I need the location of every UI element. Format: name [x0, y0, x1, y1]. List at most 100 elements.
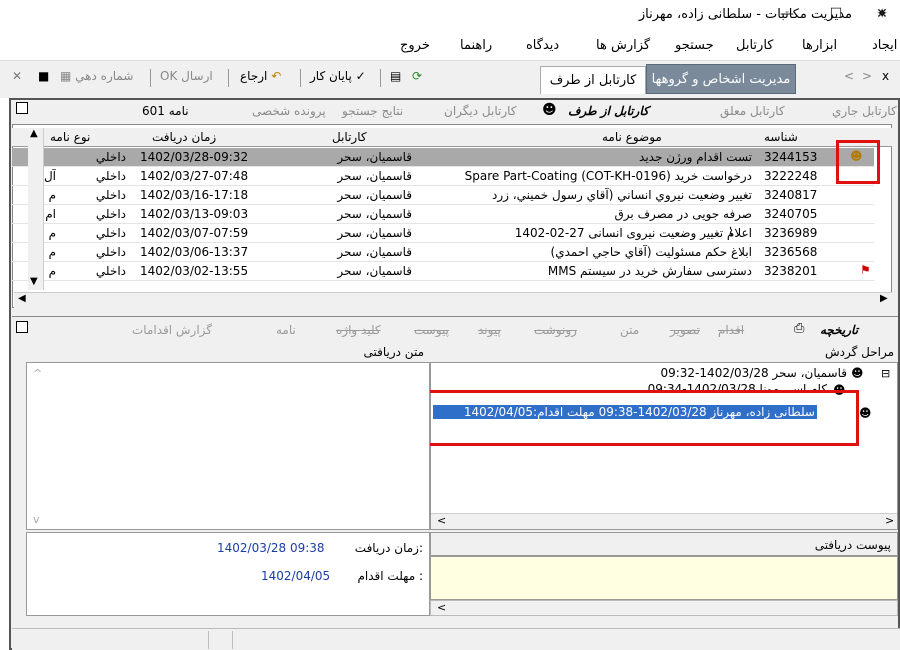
cell-type: داخلي	[95, 245, 126, 259]
cell-receive-time: 1402/03/07-07:59	[140, 226, 249, 240]
menu-search[interactable]: جستجو	[675, 38, 714, 53]
tree-expand-icon[interactable]: ⊟	[881, 367, 890, 380]
minimize-button[interactable]: —	[775, 6, 799, 24]
tab-text[interactable]: متن	[620, 323, 639, 337]
print-history-icon[interactable]: ⎙	[794, 321, 804, 336]
routes-horizontal-scrollbar[interactable]	[431, 513, 897, 529]
routes-title: مراحل گردش	[824, 345, 894, 359]
finish-label: پایان کار	[310, 69, 352, 83]
tab-cartable-from[interactable]: کارتابل از طرف	[540, 66, 646, 94]
refresh-icon[interactable]: ⟳	[408, 67, 426, 89]
menu-bar: ایجاد ابزارها کارتابل جستجو گزارش ها دید…	[0, 30, 900, 60]
table-row[interactable]: 3236568 ابلاغ حکم مسئولیت (آقاي حاجي احمد…	[12, 243, 874, 262]
attachments-scrollbar[interactable]: <	[430, 600, 898, 616]
table-row[interactable]: 3222248 درخواست خرید (Spare Part-Coating …	[12, 167, 874, 186]
cell-extra: م	[48, 264, 56, 278]
menu-exit[interactable]: خروج	[400, 38, 430, 53]
lower-tabs: تاریخچه ⎙ اقدام تصویر متن رونوشت پیوند پ…	[12, 316, 898, 342]
cell-receive-time: 1402/03/02-13:55	[140, 264, 249, 278]
cell-cartable: قاسمیان، سحر	[337, 150, 412, 164]
maximize-button[interactable]: ☐	[824, 6, 848, 24]
menu-tools[interactable]: ابزارها	[802, 38, 837, 53]
close-button[interactable]: ✕	[870, 6, 894, 24]
menu-cartable[interactable]: کارتابل	[736, 38, 773, 53]
received-text-title: متن دریافتی	[363, 345, 425, 359]
nav-forward-icon[interactable]: >	[858, 67, 876, 89]
cell-type: داخلي	[95, 150, 126, 164]
cell-subject: ابلاغ حکم مسئولیت (آقاي حاجي احمدي)	[550, 245, 752, 259]
tab-letter[interactable]: نامه	[276, 323, 296, 337]
print-icon[interactable]: ▤	[386, 67, 405, 89]
menu-reports[interactable]: گزارش ها	[596, 38, 650, 53]
cell-number: 3244153	[764, 150, 818, 164]
scroll-up-icon[interactable]: ▲	[30, 128, 38, 139]
lower-collapse-checkbox[interactable]	[16, 321, 28, 333]
menu-help[interactable]: راهنما	[460, 38, 492, 53]
tab-people-groups[interactable]: مدیریت اشخاص و گروهها	[646, 64, 796, 94]
table-row[interactable]: 3240705 صرفه جویی در مصرف برق قاسمیان، سحر…	[12, 205, 874, 224]
tab-link[interactable]: پیوند	[478, 323, 501, 337]
tab-keyword[interactable]: کلید واژه	[336, 323, 381, 337]
cell-type: داخلي	[95, 226, 126, 240]
cell-number: 3222248	[764, 169, 818, 183]
tab-action-reports[interactable]: گزارش اقدامات	[132, 323, 212, 337]
menu-view[interactable]: دیدگاه	[526, 38, 559, 53]
table-row[interactable]: 3240817 تغییر وضعیت نیروي انساني (آقاي رس…	[12, 186, 874, 205]
status-bar	[12, 628, 900, 650]
receive-time-value: 1402/03/28 09:38	[217, 541, 325, 555]
number-label: شماره دهي	[75, 69, 134, 83]
send-label: ارسال	[181, 69, 213, 83]
cell-type: داخلي	[95, 207, 126, 221]
scroll-down-icon[interactable]: ▼	[30, 276, 38, 287]
table-row[interactable]: 3238201 دسترسی سفارش خرید در سیستم MMS قاس…	[12, 262, 874, 281]
grid-horizontal-scrollbar[interactable]: ◀ ▶	[14, 292, 892, 308]
letter-count: 601 نامه	[142, 104, 189, 118]
col-receive-time[interactable]: زمان دریافت	[152, 130, 216, 144]
tab-personal-folder[interactable]: پرونده شخصی	[252, 104, 326, 118]
scroll-up-icon[interactable]: ^	[33, 367, 42, 380]
user-icon: ☻	[859, 406, 872, 420]
scroll-left-icon[interactable]: <	[437, 514, 446, 527]
collapse-checkbox[interactable]	[16, 102, 28, 114]
close-doc-icon[interactable]: ✕	[8, 67, 26, 89]
tab-others-cartable[interactable]: کارتابل دیگران	[444, 104, 516, 118]
routes-tree: ⊟ ☻ قاسمیان، سحر 1402/03/28-09:32 ☻ کام …	[430, 362, 898, 530]
deadline-label: مهلت اقدام :	[357, 569, 423, 583]
cell-cartable: قاسمیان، سحر	[337, 188, 412, 202]
user-icon: ☻	[542, 102, 557, 118]
inbox-tabs: کارتابل جاري کارتابل معلق کارتابل از طرف…	[12, 100, 898, 124]
cell-cartable: قاسمیان، سحر	[337, 169, 412, 183]
scroll-right-icon[interactable]: ▶	[880, 293, 888, 304]
route-node-1[interactable]: قاسمیان، سحر 1402/03/28-09:32	[611, 366, 847, 380]
return-button[interactable]: ارجاع ↶	[236, 67, 285, 89]
send-button[interactable]: OK ارسال	[156, 67, 217, 89]
col-subject[interactable]: موضوع نامه	[602, 130, 662, 144]
tab-action[interactable]: اقدام	[718, 323, 744, 337]
tab-attachment[interactable]: پیوست	[414, 323, 449, 337]
scroll-left-icon[interactable]: <	[437, 601, 446, 614]
tab-current-cartable[interactable]: کارتابل جاري	[832, 104, 897, 118]
col-cartable[interactable]: کارتابل	[332, 130, 367, 144]
tab-suspended-cartable[interactable]: کارتابل معلق	[720, 104, 785, 118]
scroll-right-icon[interactable]: >	[885, 514, 894, 527]
number-button[interactable]: ▦ شماره دهي	[56, 67, 137, 89]
cell-subject: تست اقدام ورژن جدید	[639, 150, 752, 164]
table-row[interactable]: 3236989 اعلام تغییر وضعیت نیروی انسانی 27…	[12, 224, 874, 243]
save-icon[interactable]: ■	[34, 67, 53, 89]
tab-search-results[interactable]: نتایج جستجو	[342, 104, 403, 118]
grid-vertical-scrollbar[interactable]: ▲ ▼	[28, 128, 44, 290]
finish-button[interactable]: پایان کار ✓	[306, 67, 370, 89]
close-tab-icon[interactable]: x	[878, 67, 893, 89]
scroll-left-icon[interactable]: ◀	[18, 293, 26, 304]
col-type[interactable]: نوع نامه	[50, 130, 90, 144]
text-header: متن دریافتی	[26, 342, 430, 362]
menu-create[interactable]: ایجاد	[872, 38, 897, 53]
tab-copy[interactable]: رونوشت	[534, 323, 577, 337]
tab-image[interactable]: تصویر	[670, 323, 700, 337]
col-number[interactable]: شناسه	[764, 130, 798, 144]
tab-cartable-from-active[interactable]: کارتابل از طرف	[568, 104, 649, 118]
nav-back-icon[interactable]: <	[840, 67, 858, 89]
tab-history[interactable]: تاریخچه	[820, 323, 858, 337]
table-row[interactable]: 3244153 تست اقدام ورژن جدید قاسمیان، سحر 14…	[12, 148, 874, 167]
scroll-down-icon[interactable]: v	[33, 513, 40, 526]
